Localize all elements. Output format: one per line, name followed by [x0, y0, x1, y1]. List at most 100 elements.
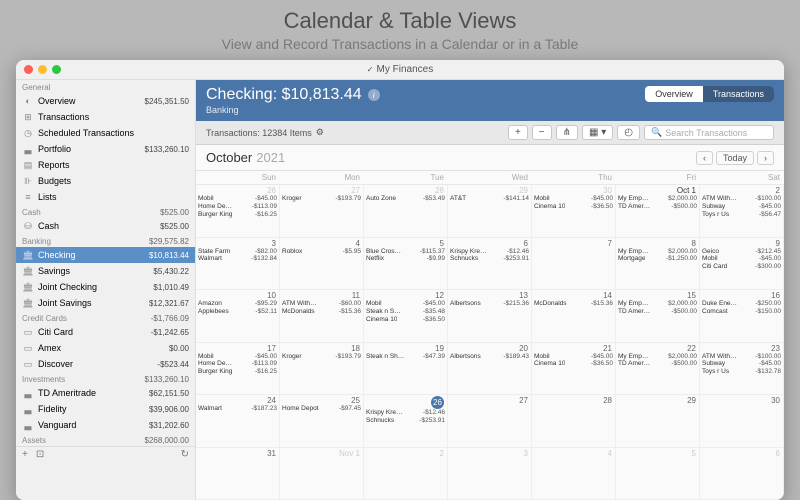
transaction-row[interactable]: Amazon-$95.29	[198, 300, 277, 308]
add-button[interactable]: +	[508, 125, 528, 140]
transaction-row[interactable]: Subway-$45.00	[702, 203, 781, 211]
view-segmented[interactable]: Overview Transactions	[645, 86, 774, 102]
calendar-cell[interactable]: 24Walmart-$187.23	[196, 395, 280, 448]
sidebar-item-transactions[interactable]: ⊞Transactions	[16, 109, 195, 125]
calendar-cell[interactable]: 27Kroger-$193.79	[280, 185, 364, 238]
seg-overview[interactable]: Overview	[645, 86, 703, 102]
transaction-row[interactable]: State Farm-$82.00	[198, 248, 277, 256]
transaction-row[interactable]: Schnucks-$253.91	[366, 417, 445, 425]
transaction-row[interactable]: Roblox-$5.95	[282, 248, 361, 256]
transaction-row[interactable]: My Emp…$2,000.00	[618, 195, 697, 203]
calendar-cell[interactable]: 27	[448, 395, 532, 448]
prev-button[interactable]: ‹	[696, 151, 713, 165]
calendar-cell[interactable]: 17Mobil-$45.00Home De…-$113.09Burger Kin…	[196, 343, 280, 396]
calendar-cell[interactable]: 8My Emp…$2,000.00Mortgage-$1,250.00	[616, 238, 700, 291]
sidebar-item-citi-card[interactable]: ▭Citi Card-$1,242.65	[16, 324, 195, 340]
transaction-row[interactable]: ATM With…-$100.00	[702, 195, 781, 203]
transaction-row[interactable]: Toys r Us-$56.47	[702, 211, 781, 219]
transaction-row[interactable]: Cinema 10-$36.50	[534, 360, 613, 368]
transaction-row[interactable]: TD Amer…-$500.00	[618, 308, 697, 316]
transaction-row[interactable]: Subway-$45.00	[702, 360, 781, 368]
sidebar-item-joint-savings[interactable]: 🏛Joint Savings$12,321.67	[16, 295, 195, 311]
calendar-cell[interactable]: 3	[448, 448, 532, 500]
transaction-row[interactable]: Mobil-$45.00	[198, 195, 277, 203]
transaction-row[interactable]: TD Amer…-$500.00	[618, 360, 697, 368]
sidebar-item-reports[interactable]: ▤Reports	[16, 157, 195, 173]
calendar-cell[interactable]: 5	[616, 448, 700, 500]
sidebar-item-overview[interactable]: ◐Overview$245,351.50	[16, 93, 195, 109]
calendar-cell[interactable]: 6Krispy Kre…-$12.46Schnucks-$253.91	[448, 238, 532, 291]
sidebar-item-joint-checking[interactable]: 🏛Joint Checking$1,010.49	[16, 279, 195, 295]
transaction-row[interactable]: Krispy Kre…-$12.46	[450, 248, 529, 256]
transaction-row[interactable]: ATM With…-$60.00	[282, 300, 361, 308]
calendar-cell[interactable]: 2ATM With…-$100.00Subway-$45.00Toys r Us…	[700, 185, 784, 238]
calendar-cell[interactable]: 28	[532, 395, 616, 448]
refresh-button[interactable]: ↻	[181, 449, 189, 460]
sidebar-item-discover[interactable]: ▭Discover-$523.44	[16, 356, 195, 372]
seg-transactions[interactable]: Transactions	[703, 86, 774, 102]
calendar-cell[interactable]: 4	[532, 448, 616, 500]
transaction-row[interactable]: Duke Ene…-$250.00	[702, 300, 781, 308]
transaction-row[interactable]: ATM With…-$100.00	[702, 353, 781, 361]
sidebar-item-td-ameritrade[interactable]: ▃TD Ameritrade$62,151.50	[16, 385, 195, 401]
calendar-cell[interactable]: 9Geico-$212.45Mobil-$45.00Citi Card-$300…	[700, 238, 784, 291]
add-account-button[interactable]: +	[22, 449, 28, 460]
calendar-cell[interactable]: 31	[196, 448, 280, 500]
sidebar-item-amex[interactable]: ▭Amex$0.00	[16, 340, 195, 356]
calendar-cell[interactable]: 30	[700, 395, 784, 448]
transaction-row[interactable]: Kroger-$193.79	[282, 353, 361, 361]
sidebar-item-scheduled-transactions[interactable]: ◷Scheduled Transactions	[16, 125, 195, 141]
transaction-row[interactable]: Home De…-$113.09	[198, 360, 277, 368]
transaction-row[interactable]: Mortgage-$1,250.00	[618, 255, 697, 263]
transaction-row[interactable]: Steak n Sh…-$47.39	[366, 353, 445, 361]
transaction-row[interactable]: Mobil-$45.00	[534, 195, 613, 203]
transaction-row[interactable]: My Emp…$2,000.00	[618, 353, 697, 361]
transaction-row[interactable]: Home Depot-$97.45	[282, 405, 361, 413]
sidebar-item-portfolio[interactable]: ▃Portfolio$133,260.10	[16, 141, 195, 157]
today-button[interactable]: Today	[716, 151, 754, 165]
transaction-row[interactable]: Geico-$212.45	[702, 248, 781, 256]
share-button[interactable]: ⋔	[556, 125, 578, 140]
calendar-cell[interactable]: 16Duke Ene…-$250.00Comcast-$150.00	[700, 290, 784, 343]
view-mode-button[interactable]: ▦ ▾	[582, 125, 613, 140]
calendar-cell[interactable]: 3State Farm-$82.00Walmart-$132.84	[196, 238, 280, 291]
transaction-row[interactable]: Mobil-$45.00	[702, 255, 781, 263]
folder-button[interactable]: ⊡	[36, 449, 44, 460]
calendar-cell[interactable]: 18Kroger-$193.79	[280, 343, 364, 396]
sidebar-item-vanguard[interactable]: ▃Vanguard$31,202.60	[16, 417, 195, 433]
close-icon[interactable]	[24, 65, 33, 74]
transaction-row[interactable]: Walmart-$132.84	[198, 255, 277, 263]
calendar-cell[interactable]: 30Mobil-$45.00Cinema 10-$36.50	[532, 185, 616, 238]
transaction-row[interactable]: McDonalds-$15.36	[282, 308, 361, 316]
calendar-cell[interactable]: 14McDonalds-$15.36	[532, 290, 616, 343]
transaction-row[interactable]: Citi Card-$300.00	[702, 263, 781, 271]
transaction-row[interactable]: My Emp…$2,000.00	[618, 300, 697, 308]
calendar-cell[interactable]: Oct 1My Emp…$2,000.00TD Amer…-$500.00	[616, 185, 700, 238]
calendar-cell[interactable]: 21Mobil-$45.00Cinema 10-$36.50	[532, 343, 616, 396]
transaction-row[interactable]: Auto Zone-$53.49	[366, 195, 445, 203]
search-input[interactable]: 🔍Search Transactions	[644, 125, 774, 140]
minimize-icon[interactable]	[38, 65, 47, 74]
calendar-cell[interactable]: 29	[616, 395, 700, 448]
calendar-cell[interactable]: 28Auto Zone-$53.49	[364, 185, 448, 238]
transaction-row[interactable]: Albertsons-$215.36	[450, 300, 529, 308]
maximize-icon[interactable]	[52, 65, 61, 74]
filter-button[interactable]: ◴	[617, 125, 640, 140]
transaction-row[interactable]: Cinema 10-$36.50	[366, 316, 445, 324]
transaction-row[interactable]: Netflix-$9.99	[366, 255, 445, 263]
transaction-row[interactable]: Comcast-$150.00	[702, 308, 781, 316]
calendar-cell[interactable]: Nov 1	[280, 448, 364, 500]
sidebar-item-fidelity[interactable]: ▃Fidelity$39,906.00	[16, 401, 195, 417]
transaction-row[interactable]: Toys r Us-$132.78	[702, 368, 781, 376]
calendar-cell[interactable]: 23ATM With…-$100.00Subway-$45.00Toys r U…	[700, 343, 784, 396]
transaction-row[interactable]: My Emp…$2,000.00	[618, 248, 697, 256]
transaction-row[interactable]: Albertsons-$189.43	[450, 353, 529, 361]
transaction-row[interactable]: McDonalds-$15.36	[534, 300, 613, 308]
calendar-cell[interactable]: 12Mobil-$45.00Steak n S…-$35.48Cinema 10…	[364, 290, 448, 343]
transaction-row[interactable]: TD Amer…-$500.00	[618, 203, 697, 211]
sidebar-item-budgets[interactable]: ⊪Budgets	[16, 173, 195, 189]
transaction-row[interactable]: Blue Cros…-$115.37	[366, 248, 445, 256]
calendar-cell[interactable]: 25Home Depot-$97.45	[280, 395, 364, 448]
transaction-row[interactable]: Cinema 10-$36.50	[534, 203, 613, 211]
sidebar-item-cash[interactable]: ⛁Cash$525.00	[16, 218, 195, 234]
